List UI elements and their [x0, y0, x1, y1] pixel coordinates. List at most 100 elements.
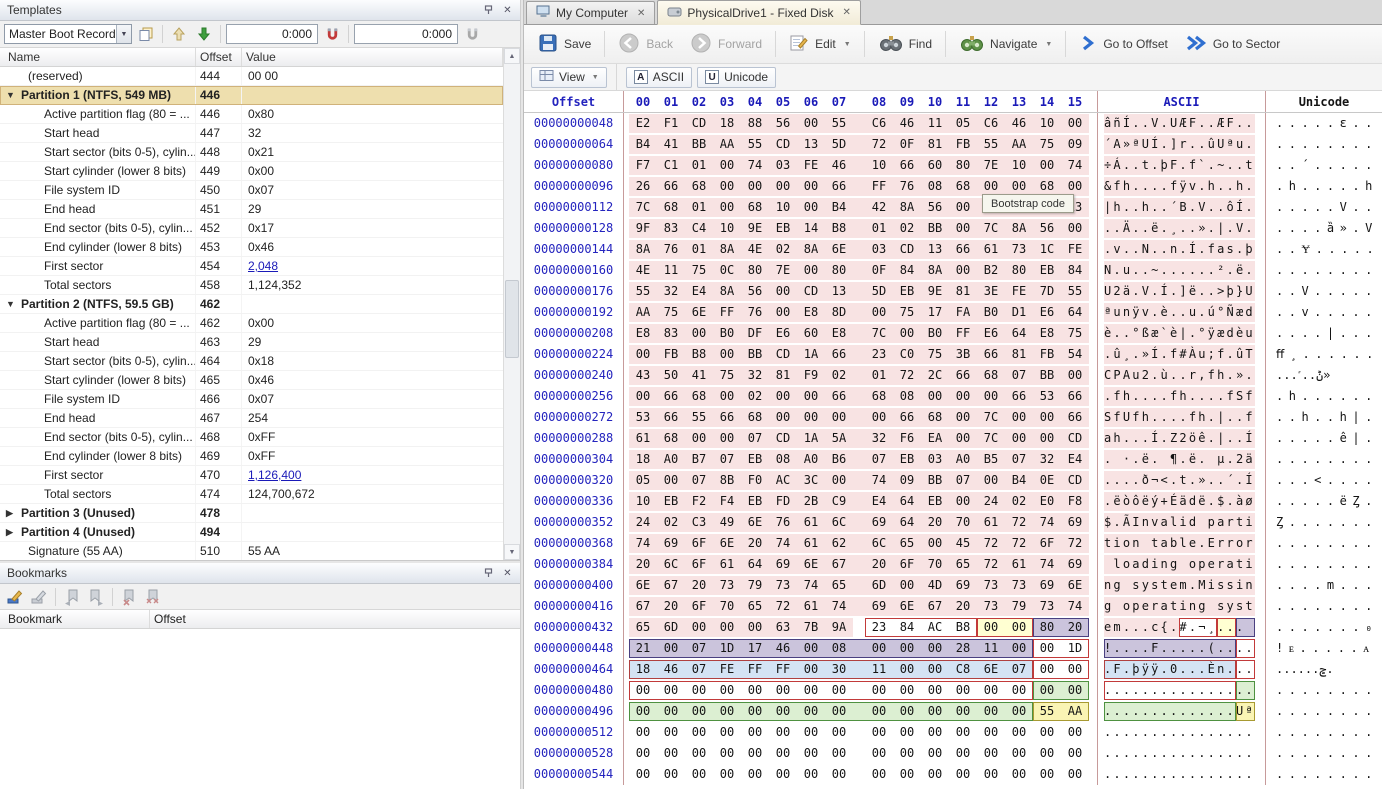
hex-byte[interactable]: 68: [685, 386, 713, 407]
hex-byte[interactable]: 56: [1033, 218, 1061, 239]
hex-byte[interactable]: 00: [825, 764, 853, 785]
hex-byte[interactable]: 00: [865, 743, 893, 764]
template-row[interactable]: Start cylinder (lower 8 bits)4490x00: [0, 162, 503, 181]
hex-byte[interactable]: 00: [769, 722, 797, 743]
hex-byte[interactable]: B4: [825, 197, 853, 218]
scrollbar-track[interactable]: [504, 64, 520, 544]
hex-byte[interactable]: E6: [769, 323, 797, 344]
hex-byte[interactable]: 64: [1005, 323, 1033, 344]
hex-byte[interactable]: CD: [769, 428, 797, 449]
template-row[interactable]: Start sector (bits 0-5), cylin...4480x21: [0, 143, 503, 162]
unicode-cell[interactable]: .h.....h: [1266, 176, 1382, 197]
hex-byte[interactable]: 10: [865, 155, 893, 176]
hex-byte[interactable]: C1: [657, 155, 685, 176]
hex-byte[interactable]: A0: [657, 449, 685, 470]
hex-byte[interactable]: 26: [629, 176, 657, 197]
hex-byte[interactable]: FB: [1033, 344, 1061, 365]
hex-byte[interactable]: 9F: [629, 218, 657, 239]
hex-byte[interactable]: 60: [797, 323, 825, 344]
hex-byte[interactable]: 74: [741, 155, 769, 176]
hex-byte[interactable]: 68: [741, 197, 769, 218]
hex-byte[interactable]: 68: [657, 428, 685, 449]
template-row[interactable]: First sector4542,048: [0, 257, 503, 276]
hex-byte[interactable]: 8A: [713, 239, 741, 260]
hex-byte[interactable]: 7C: [629, 197, 657, 218]
template-row[interactable]: Start head46329: [0, 333, 503, 352]
hex-byte[interactable]: 00: [949, 743, 977, 764]
hex-byte[interactable]: 4D: [921, 575, 949, 596]
unicode-cell[interactable]: ........: [1266, 554, 1382, 575]
hex-byte[interactable]: 55: [825, 113, 853, 134]
hex-byte[interactable]: 5D: [825, 134, 853, 155]
hex-byte[interactable]: 64: [893, 491, 921, 512]
hex-byte[interactable]: 00: [657, 722, 685, 743]
hex-byte[interactable]: 61: [797, 596, 825, 617]
tab-physicaldrive1[interactable]: PhysicalDrive1 - Fixed Disk ✕: [657, 0, 860, 25]
template-row[interactable]: Total sectors474124,700,672: [0, 485, 503, 504]
ascii-cell[interactable]: tion table.Error: [1098, 533, 1266, 554]
hex-byte[interactable]: 00: [1033, 680, 1061, 701]
hex-byte[interactable]: 46: [657, 659, 685, 680]
hex-byte[interactable]: 73: [713, 575, 741, 596]
template-row[interactable]: ▼Partition 1 (NTFS, 549 MB)446: [0, 86, 503, 105]
template-row[interactable]: End sector (bits 0-5), cylin...4680xFF: [0, 428, 503, 447]
hex-byte[interactable]: 5D: [865, 281, 893, 302]
hex-byte[interactable]: 68: [741, 407, 769, 428]
hex-byte[interactable]: 6C: [825, 512, 853, 533]
hex-byte[interactable]: 00: [1005, 764, 1033, 785]
hex-byte[interactable]: 00: [921, 722, 949, 743]
ascii-cell[interactable]: em...c{.#.¬¸...: [1098, 617, 1266, 638]
hex-byte[interactable]: 00: [977, 743, 1005, 764]
hex-byte[interactable]: 23: [865, 617, 893, 638]
hex-byte[interactable]: 11: [657, 260, 685, 281]
hex-byte[interactable]: 00: [865, 680, 893, 701]
hex-byte[interactable]: B6: [825, 449, 853, 470]
hex-byte[interactable]: 75: [713, 365, 741, 386]
hex-byte[interactable]: CD: [1061, 470, 1089, 491]
hex-byte[interactable]: 66: [825, 176, 853, 197]
hex-byte[interactable]: B4: [629, 134, 657, 155]
hex-byte[interactable]: 24: [629, 512, 657, 533]
template-row[interactable]: Signature (55 AA)51055 AA: [0, 542, 503, 560]
hex-byte[interactable]: 75: [921, 344, 949, 365]
hex-byte[interactable]: C0: [893, 344, 921, 365]
hex-byte[interactable]: 75: [893, 302, 921, 323]
hex-byte[interactable]: 00: [629, 764, 657, 785]
hex-byte[interactable]: 00: [1061, 365, 1089, 386]
hex-byte[interactable]: 00: [893, 764, 921, 785]
tab-close-icon[interactable]: ✕: [842, 7, 850, 18]
ascii-cell[interactable]: âñÍ..V.UÆF..ÆF..: [1098, 113, 1266, 134]
hex-byte[interactable]: 01: [685, 239, 713, 260]
hex-byte[interactable]: 6E: [1061, 575, 1089, 596]
hex-byte[interactable]: 00: [657, 680, 685, 701]
hex-byte[interactable]: AA: [1061, 701, 1089, 722]
hex-byte[interactable]: 00: [769, 302, 797, 323]
hex-byte[interactable]: 00: [797, 659, 825, 680]
unicode-cell[interactable]: .....ԑ..: [1266, 113, 1382, 134]
hex-byte[interactable]: F7: [629, 155, 657, 176]
ascii-cell[interactable]: N.u..~......².ë.: [1098, 260, 1266, 281]
hex-byte[interactable]: 00: [769, 281, 797, 302]
hex-byte[interactable]: 84: [893, 260, 921, 281]
template-row[interactable]: Start cylinder (lower 8 bits)4650x46: [0, 371, 503, 390]
hex-byte[interactable]: 00: [949, 722, 977, 743]
hex-byte[interactable]: 55: [1061, 281, 1089, 302]
hex-byte[interactable]: 20: [741, 533, 769, 554]
hex-byte[interactable]: 65: [825, 575, 853, 596]
hex-byte[interactable]: 73: [1005, 239, 1033, 260]
template-row[interactable]: End head467254: [0, 409, 503, 428]
hex-byte[interactable]: EB: [657, 491, 685, 512]
hex-byte[interactable]: 08: [921, 176, 949, 197]
hex-byte[interactable]: 00: [657, 470, 685, 491]
hex-byte[interactable]: 66: [1061, 407, 1089, 428]
hex-byte[interactable]: 01: [865, 365, 893, 386]
hex-byte[interactable]: 11: [865, 659, 893, 680]
hex-byte[interactable]: 03: [921, 449, 949, 470]
hex-byte[interactable]: 61: [797, 533, 825, 554]
hex-byte[interactable]: 03: [769, 155, 797, 176]
hex-byte[interactable]: 55: [741, 134, 769, 155]
hex-byte[interactable]: 00: [713, 155, 741, 176]
template-row[interactable]: File system ID4500x07: [0, 181, 503, 200]
hex-byte[interactable]: 00: [685, 323, 713, 344]
hex-byte[interactable]: 72: [769, 596, 797, 617]
